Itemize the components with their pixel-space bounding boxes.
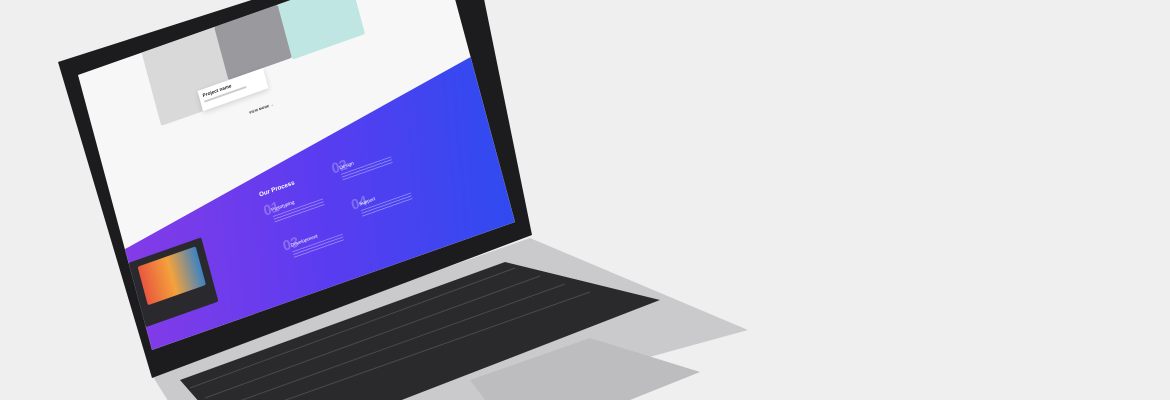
portfolio-image bbox=[277, 0, 366, 60]
view-more-link[interactable]: VIEW MORE → bbox=[249, 102, 275, 114]
